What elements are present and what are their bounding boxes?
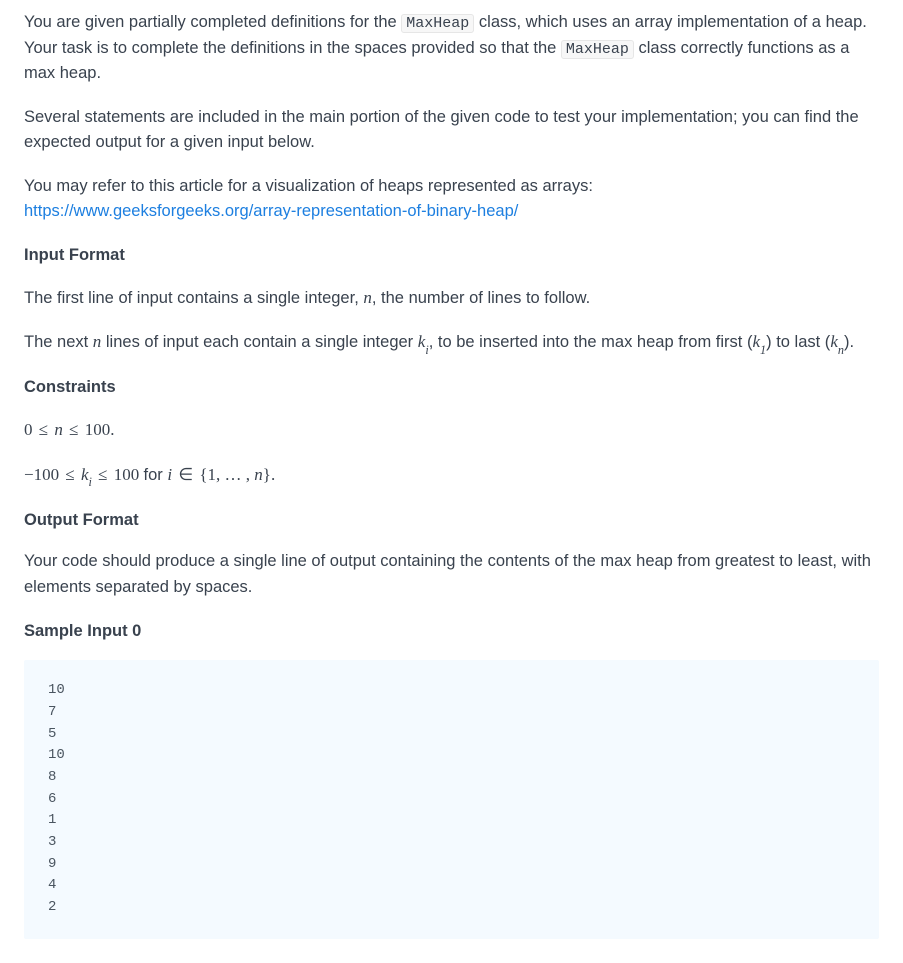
var-k1: k1 [752, 332, 766, 351]
output-format-heading: Output Format [24, 508, 879, 534]
intro-paragraph-3: You may refer to this article for a visu… [24, 174, 879, 225]
intro-paragraph-1: You are given partially completed defini… [24, 10, 879, 87]
sample-input-pre: 10 7 5 10 8 6 1 3 9 4 2 [48, 680, 855, 919]
text: The first line of input contains a singl… [24, 289, 363, 307]
var-ki: ki [418, 332, 429, 351]
input-format-p2: The next n lines of input each contain a… [24, 329, 879, 357]
text: , to be inserted into the max heap from … [429, 333, 753, 351]
input-format-p1: The first line of input contains a singl… [24, 285, 879, 312]
text: The next [24, 333, 93, 351]
heap-visualization-link[interactable]: https://www.geeksforgeeks.org/array-repr… [24, 202, 518, 220]
constraint-n-bounds: 0 ≤ n ≤ 100. [24, 417, 879, 444]
constraints-heading: Constraints [24, 375, 879, 401]
text: , the number of lines to follow. [372, 289, 590, 307]
intro-paragraph-2: Several statements are included in the m… [24, 105, 879, 156]
text: lines of input each contain a single int… [101, 333, 417, 351]
text: ) to last ( [766, 333, 830, 351]
sample-input-heading: Sample Input 0 [24, 619, 879, 645]
var-kn: kn [830, 332, 844, 351]
input-format-heading: Input Format [24, 243, 879, 269]
output-format-p1: Your code should produce a single line o… [24, 549, 879, 600]
var-n: n [363, 288, 372, 307]
text: ). [844, 333, 854, 351]
text: for [143, 466, 167, 484]
code-maxheap-2: MaxHeap [561, 40, 634, 59]
sample-input-block: 10 7 5 10 8 6 1 3 9 4 2 [24, 660, 879, 939]
constraint-ki-bounds: −100 ≤ ki ≤ 100 for i ∈ {1, … , n}. [24, 462, 879, 490]
code-maxheap-1: MaxHeap [401, 14, 474, 33]
text: You are given partially completed defini… [24, 13, 401, 31]
text: You may refer to this article for a visu… [24, 177, 593, 195]
